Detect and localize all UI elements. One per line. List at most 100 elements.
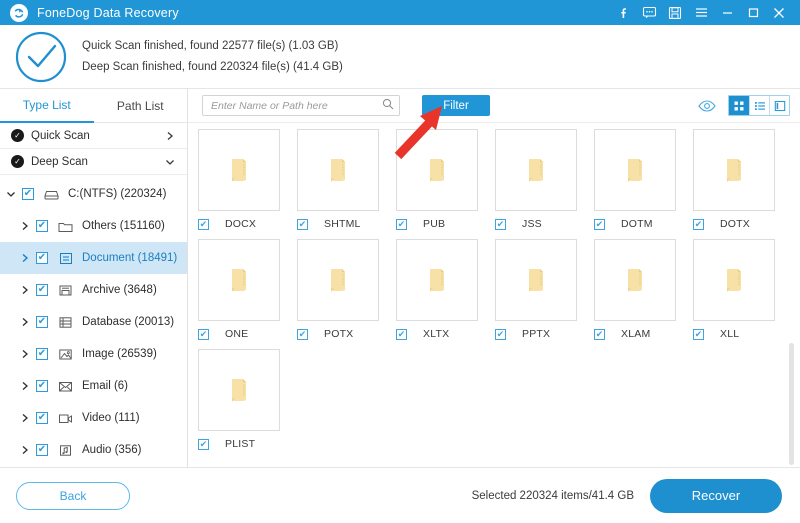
file-type-tile[interactable]: ✔ PUB <box>396 129 495 231</box>
file-type-tile[interactable]: ✔ DOTM <box>594 129 693 231</box>
tree-row-archive[interactable]: ✔ Archive (3648) <box>0 274 187 306</box>
file-type-tile[interactable]: ✔ XLTX <box>396 239 495 341</box>
file-type-tile[interactable]: ✔ ONE <box>198 239 297 341</box>
chevron-down-icon[interactable] <box>0 189 22 199</box>
tile-checkbox[interactable]: ✔ <box>495 328 506 340</box>
search-icon[interactable] <box>382 97 394 115</box>
chevron-right-icon[interactable] <box>14 445 36 455</box>
sidebar-item-quick-scan[interactable]: ✓ Quick Scan <box>0 123 187 149</box>
tile-checkbox[interactable]: ✔ <box>198 218 209 230</box>
maximize-icon[interactable] <box>740 0 766 25</box>
file-type-thumbnail[interactable] <box>198 239 280 321</box>
chevron-right-icon[interactable] <box>14 381 36 391</box>
file-type-thumbnail[interactable] <box>594 239 676 321</box>
folder-icon <box>425 267 449 293</box>
tree-row-others[interactable]: ✔ Others (151160) <box>0 210 187 242</box>
chevron-right-icon[interactable] <box>165 131 175 141</box>
file-type-thumbnail[interactable] <box>594 129 676 211</box>
chevron-right-icon[interactable] <box>14 413 36 423</box>
tree-row-image[interactable]: ✔ Image (26539) <box>0 338 187 370</box>
checkbox-archive[interactable]: ✔ <box>36 284 48 296</box>
checkbox-others[interactable]: ✔ <box>36 220 48 232</box>
facebook-icon[interactable] <box>610 0 636 25</box>
close-icon[interactable] <box>766 0 792 25</box>
tile-label: XLL <box>720 328 740 340</box>
file-type-tile[interactable]: ✔ JSS <box>495 129 594 231</box>
tree-row-drive[interactable]: ✔ C:(NTFS) (220324) <box>0 178 187 210</box>
tree-row-document[interactable]: ✔ Document (18491) <box>0 242 187 274</box>
checkbox-email[interactable]: ✔ <box>36 380 48 392</box>
file-type-thumbnail[interactable] <box>495 129 577 211</box>
file-type-tile[interactable]: ✔ SHTML <box>297 129 396 231</box>
back-button[interactable]: Back <box>16 481 130 510</box>
results-toolbar: Filter <box>188 89 800 123</box>
chevron-right-icon[interactable] <box>14 285 36 295</box>
checkbox-image[interactable]: ✔ <box>36 348 48 360</box>
feedback-icon[interactable] <box>636 0 662 25</box>
checkbox-audio[interactable]: ✔ <box>36 444 48 456</box>
chevron-down-icon[interactable] <box>165 157 175 167</box>
checkbox-document[interactable]: ✔ <box>36 252 48 264</box>
file-type-thumbnail[interactable] <box>396 239 478 321</box>
tile-checkbox[interactable]: ✔ <box>594 328 605 340</box>
checkbox-database[interactable]: ✔ <box>36 316 48 328</box>
tile-checkbox[interactable]: ✔ <box>198 438 209 450</box>
tab-path-list[interactable]: Path List <box>93 89 187 123</box>
tile-checkbox[interactable]: ✔ <box>198 328 209 340</box>
file-type-thumbnail[interactable] <box>693 129 775 211</box>
sidebar-item-deep-scan[interactable]: ✓ Deep Scan <box>0 149 187 175</box>
detail-view-button[interactable] <box>769 96 789 115</box>
tile-checkbox[interactable]: ✔ <box>396 328 407 340</box>
check-badge-icon: ✓ <box>11 155 24 168</box>
tile-checkbox[interactable]: ✔ <box>495 218 506 230</box>
search-input[interactable] <box>211 99 382 112</box>
file-type-tile[interactable]: ✔ XLAM <box>594 239 693 341</box>
recover-button[interactable]: Recover <box>650 478 782 513</box>
tree-row-email[interactable]: ✔ Email (6) <box>0 370 187 402</box>
tile-checkbox[interactable]: ✔ <box>396 218 407 230</box>
tile-checkbox[interactable]: ✔ <box>297 218 308 230</box>
minimize-icon[interactable] <box>714 0 740 25</box>
tile-checkbox[interactable]: ✔ <box>594 218 605 230</box>
audio-icon <box>57 444 74 457</box>
filter-button[interactable]: Filter <box>422 95 490 116</box>
file-type-thumbnail[interactable] <box>693 239 775 321</box>
file-type-thumbnail[interactable] <box>198 349 280 431</box>
tile-label: DOTM <box>621 218 653 230</box>
tile-checkbox[interactable]: ✔ <box>693 328 704 340</box>
file-type-tile[interactable]: ✔ PPTX <box>495 239 594 341</box>
tree-label-video: Video (111) <box>82 412 140 424</box>
file-type-thumbnail[interactable] <box>297 239 379 321</box>
file-type-thumbnail[interactable] <box>396 129 478 211</box>
file-type-tile[interactable]: ✔ XLL <box>693 239 792 341</box>
eye-icon[interactable] <box>694 95 720 117</box>
checkbox-video[interactable]: ✔ <box>36 412 48 424</box>
file-type-tile[interactable]: ✔ DOCX <box>198 129 297 231</box>
tree-row-database[interactable]: ✔ Database (20013) <box>0 306 187 338</box>
database-icon <box>57 316 74 329</box>
chevron-right-icon[interactable] <box>14 221 36 231</box>
list-view-button[interactable] <box>749 96 769 115</box>
file-type-tile[interactable]: ✔ PLIST <box>198 349 297 451</box>
file-type-tile-footer: ✔ ONE <box>198 327 297 341</box>
results-scrollbar[interactable] <box>789 131 794 465</box>
menu-icon[interactable] <box>688 0 714 25</box>
file-type-tile[interactable]: ✔ DOTX <box>693 129 792 231</box>
chevron-right-icon[interactable] <box>14 317 36 327</box>
grid-view-button[interactable] <box>729 96 749 115</box>
file-type-thumbnail[interactable] <box>495 239 577 321</box>
chevron-right-icon[interactable] <box>14 349 36 359</box>
tree-row-video[interactable]: ✔ Video (111) <box>0 402 187 434</box>
tile-checkbox[interactable]: ✔ <box>693 218 704 230</box>
chevron-right-icon[interactable] <box>14 253 36 263</box>
search-box[interactable] <box>202 95 400 116</box>
tab-type-list[interactable]: Type List <box>0 89 94 123</box>
scrollbar-thumb[interactable] <box>789 343 794 465</box>
file-type-thumbnail[interactable] <box>297 129 379 211</box>
file-type-tile[interactable]: ✔ POTX <box>297 239 396 341</box>
save-icon[interactable] <box>662 0 688 25</box>
file-type-thumbnail[interactable] <box>198 129 280 211</box>
tile-checkbox[interactable]: ✔ <box>297 328 308 340</box>
checkbox-drive[interactable]: ✔ <box>22 188 34 200</box>
tree-row-audio[interactable]: ✔ Audio (356) <box>0 434 187 466</box>
